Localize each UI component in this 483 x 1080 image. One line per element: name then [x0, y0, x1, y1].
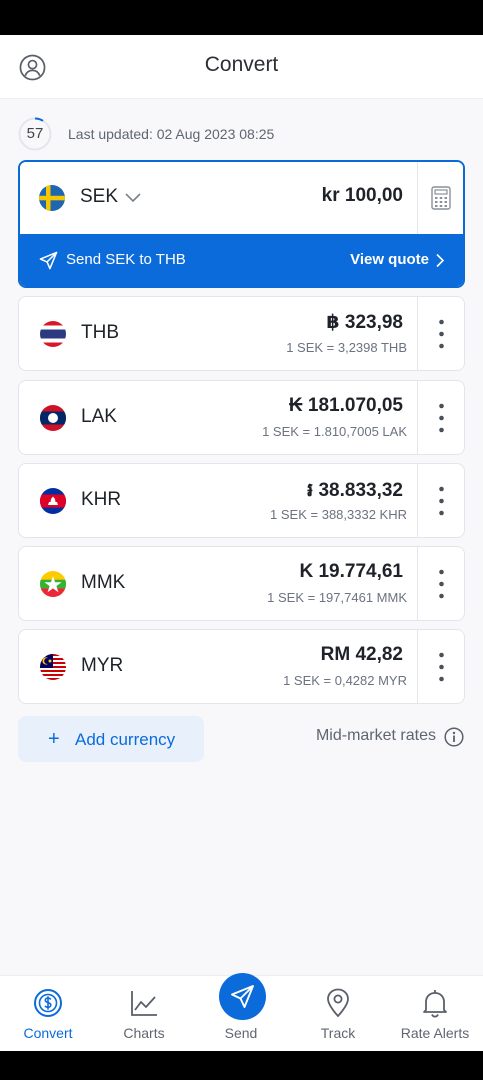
exchange-rate: 1 SEK = 0,4282 MYR: [283, 673, 407, 688]
location-pin-icon: [327, 988, 349, 1018]
timer-value: 57: [26, 125, 44, 142]
converted-amount: ฿ 323,98: [326, 312, 403, 333]
last-updated-row: 57 Last updated: 02 Aug 2023 08:25: [18, 117, 458, 151]
top-bar: Convert: [0, 35, 483, 99]
base-currency-code[interactable]: SEK: [80, 186, 118, 208]
nav-track[interactable]: Track: [290, 976, 386, 1051]
more-options-button[interactable]: [417, 464, 464, 537]
chevron-right-icon: [436, 253, 445, 268]
thailand-flag-icon: [40, 321, 66, 347]
nav-label: Send: [224, 1025, 258, 1041]
currency-icon: [34, 989, 62, 1017]
exchange-rate: 1 SEK = 1.810,7005 LAK: [262, 424, 407, 439]
currency-code: KHR: [81, 489, 122, 510]
more-vertical-icon: [439, 569, 444, 599]
send-money-bar[interactable]: Send SEK to THB View quote: [20, 234, 463, 286]
currency-row-myr[interactable]: MYR RM 42,82 1 SEK = 0,4282 MYR: [18, 629, 465, 704]
refresh-timer[interactable]: 57: [18, 117, 52, 151]
currency-code: MMK: [81, 572, 126, 593]
myanmar-flag-icon: [40, 571, 66, 597]
more-options-button[interactable]: [417, 630, 464, 703]
base-currency-card: SEK kr 100,00 Send SEK to THB View quote: [18, 160, 465, 288]
base-currency-row[interactable]: SEK kr 100,00: [20, 162, 463, 234]
send-text: Send SEK to THB: [66, 251, 186, 268]
currency-code: THB: [81, 322, 119, 343]
more-vertical-icon: [439, 652, 444, 682]
converted-amount: K 19.774,61: [299, 561, 403, 582]
nav-label: Track: [320, 1025, 356, 1041]
more-vertical-icon: [439, 486, 444, 516]
last-updated-text: Last updated: 02 Aug 2023 08:25: [68, 126, 275, 142]
nav-label: Charts: [123, 1025, 165, 1041]
cambodia-flag-icon: [40, 488, 66, 514]
sweden-flag-icon: [39, 185, 65, 211]
currency-row-thb[interactable]: THB ฿ 323,98 1 SEK = 3,2398 THB: [18, 296, 465, 371]
more-options-button[interactable]: [417, 297, 464, 370]
bell-icon: [423, 990, 447, 1018]
exchange-rate: 1 SEK = 388,3332 KHR: [270, 507, 407, 522]
plus-icon: +: [48, 728, 60, 750]
converted-amount: ₭ 181.070,05: [288, 395, 403, 416]
nav-label: Rate Alerts: [400, 1025, 470, 1041]
app-screen: Convert 57 Last updated: 02 Aug 2023 08:…: [0, 35, 483, 1051]
mid-market-rates-label[interactable]: Mid-market rates: [316, 727, 436, 745]
currency-code: MYR: [81, 655, 124, 676]
calculator-button[interactable]: [417, 162, 463, 234]
converted-amount: RM 42,82: [320, 644, 403, 665]
more-vertical-icon: [439, 319, 444, 349]
send-icon: [231, 985, 254, 1008]
more-options-button[interactable]: [417, 547, 464, 620]
chevron-down-icon[interactable]: [124, 192, 142, 204]
add-currency-button[interactable]: + Add currency: [18, 716, 204, 762]
nav-convert[interactable]: Convert: [0, 976, 96, 1051]
paper-plane-icon: [39, 251, 58, 270]
converted-amount: ៛ 38.833,32: [307, 480, 403, 501]
nav-rate-alerts[interactable]: Rate Alerts: [387, 976, 483, 1051]
page-title: Convert: [204, 53, 279, 76]
exchange-rate: 1 SEK = 197,7461 MMK: [267, 590, 407, 605]
calculator-icon: [431, 186, 451, 210]
nav-charts[interactable]: Charts: [96, 976, 192, 1051]
info-icon[interactable]: [444, 727, 464, 747]
malaysia-flag-icon: [40, 654, 66, 680]
currency-row-khr[interactable]: KHR ៛ 38.833,32 1 SEK = 388,3332 KHR: [18, 463, 465, 538]
currency-row-mmk[interactable]: MMK K 19.774,61 1 SEK = 197,7461 MMK: [18, 546, 465, 621]
nav-label: Convert: [23, 1025, 73, 1041]
add-currency-label: Add currency: [75, 730, 176, 749]
send-fab-button[interactable]: [219, 973, 266, 1020]
chart-icon: [131, 991, 157, 1016]
currency-code: LAK: [81, 406, 117, 427]
currency-row-lak[interactable]: LAK ₭ 181.070,05 1 SEK = 1.810,7005 LAK: [18, 380, 465, 455]
laos-flag-icon: [40, 405, 66, 431]
view-quote-link[interactable]: View quote: [350, 251, 429, 268]
base-amount-input[interactable]: kr 100,00: [322, 185, 403, 207]
exchange-rate: 1 SEK = 3,2398 THB: [286, 340, 407, 355]
more-vertical-icon: [439, 403, 444, 433]
more-options-button[interactable]: [417, 381, 464, 454]
